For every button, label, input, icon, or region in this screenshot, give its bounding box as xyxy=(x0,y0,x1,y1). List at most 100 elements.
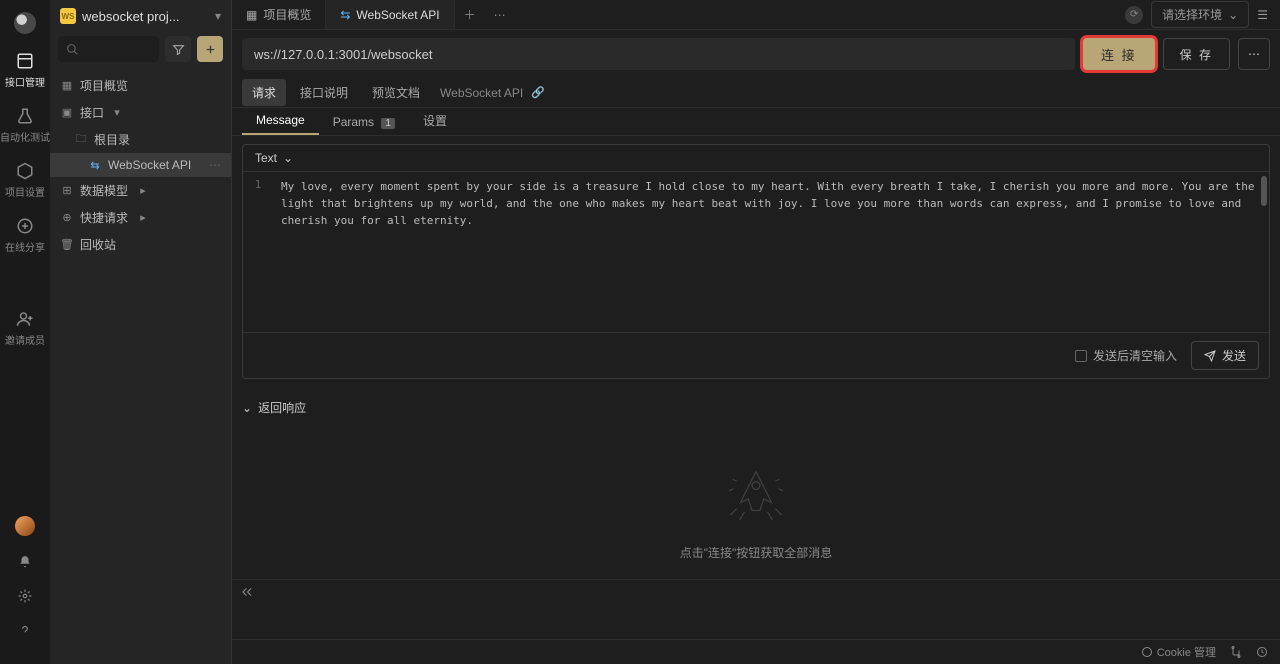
clock-icon[interactable] xyxy=(1256,646,1268,658)
rail-item-settings[interactable]: 项目设置 xyxy=(5,162,45,199)
chevron-left-icon xyxy=(240,585,254,599)
tree-trash[interactable]: 🗑 回收站 xyxy=(50,231,231,258)
bolt-icon: ⊕ xyxy=(60,211,74,225)
search-icon xyxy=(66,43,79,56)
rail-item-api[interactable]: 接口管理 xyxy=(5,52,45,89)
tab-add-button[interactable]: ＋ xyxy=(455,6,485,23)
add-button[interactable] xyxy=(197,36,223,62)
response-section: ⌄ 返回响应 点击"连接"按钮获取全部消息 xyxy=(232,387,1280,579)
overview-icon: ▦ xyxy=(246,8,257,22)
rail-item-invite[interactable]: 邀请成员 xyxy=(5,310,45,347)
scrollbar[interactable] xyxy=(1261,176,1267,206)
flask-icon xyxy=(16,107,34,125)
send-label: 发送 xyxy=(1222,347,1246,364)
line-gutter: 1 xyxy=(243,172,273,332)
user-plus-icon xyxy=(16,310,34,328)
message-editor: Text ⌄ 1 My love, every moment spent by … xyxy=(242,144,1270,379)
main-panel: ▦ 项目概览 ⇆ WebSocket API ＋ ⋯ ⟳ 请选择环境 ⌄ ☰ w… xyxy=(232,0,1280,664)
tab-overview[interactable]: ▦ 项目概览 xyxy=(232,0,326,29)
tree-api[interactable]: ▣ 接口 ▾ xyxy=(50,99,231,126)
more-actions-button[interactable]: ⋯ xyxy=(1238,38,1270,70)
msgtab-settings[interactable]: 设置 xyxy=(409,106,461,135)
api-group-icon: ▣ xyxy=(60,106,74,120)
tree-label: 项目概览 xyxy=(80,77,128,94)
project-icon: WS xyxy=(60,8,76,24)
hamburger-button[interactable]: ☰ xyxy=(1257,8,1268,22)
project-name: websocket proj... xyxy=(82,9,205,24)
subtab-preview-doc[interactable]: 预览文档 xyxy=(362,79,430,106)
rail-label: 自动化测试 xyxy=(0,129,50,144)
rocket-icon xyxy=(716,456,796,526)
tree-label: 接口 xyxy=(80,104,104,121)
msgtab-params[interactable]: Params 1 xyxy=(319,109,409,135)
type-label: Text xyxy=(255,151,277,165)
params-label: Params xyxy=(333,115,374,129)
url-input[interactable]: ws://127.0.0.1:3001/websocket xyxy=(242,38,1075,70)
filter-button[interactable] xyxy=(165,36,191,62)
tree-overview[interactable]: ▦ 项目概览 xyxy=(50,72,231,99)
cookie-icon xyxy=(1141,646,1153,658)
rail-item-share[interactable]: 在线分享 xyxy=(5,217,45,254)
app-logo xyxy=(14,12,36,34)
env-placeholder: 请选择环境 xyxy=(1162,6,1222,23)
sync-button[interactable]: ⟳ xyxy=(1125,6,1143,24)
save-button[interactable]: 保 存 xyxy=(1163,38,1230,70)
left-rail: 接口管理 自动化测试 项目设置 在线分享 邀请成员 xyxy=(0,0,50,664)
folder-icon: 🗀 xyxy=(74,133,88,147)
project-selector[interactable]: WS websocket proj... ▾ xyxy=(50,0,231,32)
send-icon xyxy=(1204,350,1216,362)
checkbox-icon xyxy=(1075,350,1087,362)
empty-hint: 点击"连接"按钮获取全部消息 xyxy=(680,544,833,561)
response-toggle[interactable]: ⌄ 返回响应 xyxy=(242,395,1270,426)
rail-label: 项目设置 xyxy=(5,184,45,199)
bell-icon[interactable] xyxy=(17,554,33,570)
tree-websocket-api[interactable]: ⇆ WebSocket API ⋯ xyxy=(50,153,231,177)
git-icon[interactable] xyxy=(1230,646,1242,658)
tab-more-button[interactable]: ⋯ xyxy=(485,8,515,22)
response-title: 返回响应 xyxy=(258,399,306,416)
explorer-panel: WS websocket proj... ▾ ▦ 项目概览 ▣ 接口 ▾ 🗀 xyxy=(50,0,232,664)
datamodel-icon: ⊞ xyxy=(60,184,74,198)
editor-textarea[interactable]: My love, every moment spent by your side… xyxy=(273,172,1269,332)
tab-websocket[interactable]: ⇆ WebSocket API xyxy=(326,0,454,29)
filter-icon xyxy=(172,43,185,56)
item-menu-icon[interactable]: ⋯ xyxy=(209,158,221,172)
rail-label: 接口管理 xyxy=(5,74,45,89)
tree-label: 回收站 xyxy=(80,236,116,253)
tree-root-folder[interactable]: 🗀 根目录 xyxy=(50,126,231,153)
msgtab-message[interactable]: Message xyxy=(242,107,319,135)
env-select[interactable]: 请选择环境 ⌄ xyxy=(1151,1,1249,28)
connect-button[interactable]: 连 接 xyxy=(1083,38,1155,70)
tree-datamodel[interactable]: ⊞ 数据模型 ▸ xyxy=(50,177,231,204)
gear-icon[interactable] xyxy=(17,588,33,604)
cookie-label: Cookie 管理 xyxy=(1157,644,1216,660)
collapse-button[interactable] xyxy=(232,579,1280,603)
plus-icon xyxy=(204,43,217,56)
subtab-request[interactable]: 请求 xyxy=(242,79,286,106)
clear-after-send-checkbox[interactable]: 发送后清空输入 xyxy=(1075,347,1177,364)
tree-quickreq[interactable]: ⊕ 快捷请求 ▸ xyxy=(50,204,231,231)
api-name-label: WebSocket API xyxy=(440,86,523,100)
rail-item-test[interactable]: 自动化测试 xyxy=(0,107,50,144)
tab-label: 项目概览 xyxy=(263,6,311,23)
search-input[interactable] xyxy=(58,36,159,62)
send-button[interactable]: 发送 xyxy=(1191,341,1259,370)
content-type-select[interactable]: Text ⌄ xyxy=(255,151,293,165)
cookie-manage[interactable]: Cookie 管理 xyxy=(1141,644,1216,660)
link-icon[interactable]: 🔗 xyxy=(531,86,545,99)
caret-down-icon: ⌄ xyxy=(1228,8,1238,22)
tree-label: 快捷请求 xyxy=(80,209,128,226)
caret-down-icon: ⌄ xyxy=(283,151,293,165)
rail-label: 在线分享 xyxy=(5,239,45,254)
caret-right-icon: ▸ xyxy=(136,184,150,198)
checkbox-label: 发送后清空输入 xyxy=(1093,347,1177,364)
api-icon xyxy=(16,52,34,70)
tree: ▦ 项目概览 ▣ 接口 ▾ 🗀 根目录 ⇆ WebSocket API ⋯ ⊞ … xyxy=(50,70,231,260)
trash-icon: 🗑 xyxy=(60,238,74,252)
help-icon[interactable] xyxy=(17,622,33,638)
avatar[interactable] xyxy=(15,516,35,536)
status-bar: Cookie 管理 xyxy=(232,639,1280,664)
subtab-api-desc[interactable]: 接口说明 xyxy=(290,79,358,106)
caret-down-icon: ▾ xyxy=(215,9,221,23)
caret-right-icon: ▸ xyxy=(136,211,150,225)
